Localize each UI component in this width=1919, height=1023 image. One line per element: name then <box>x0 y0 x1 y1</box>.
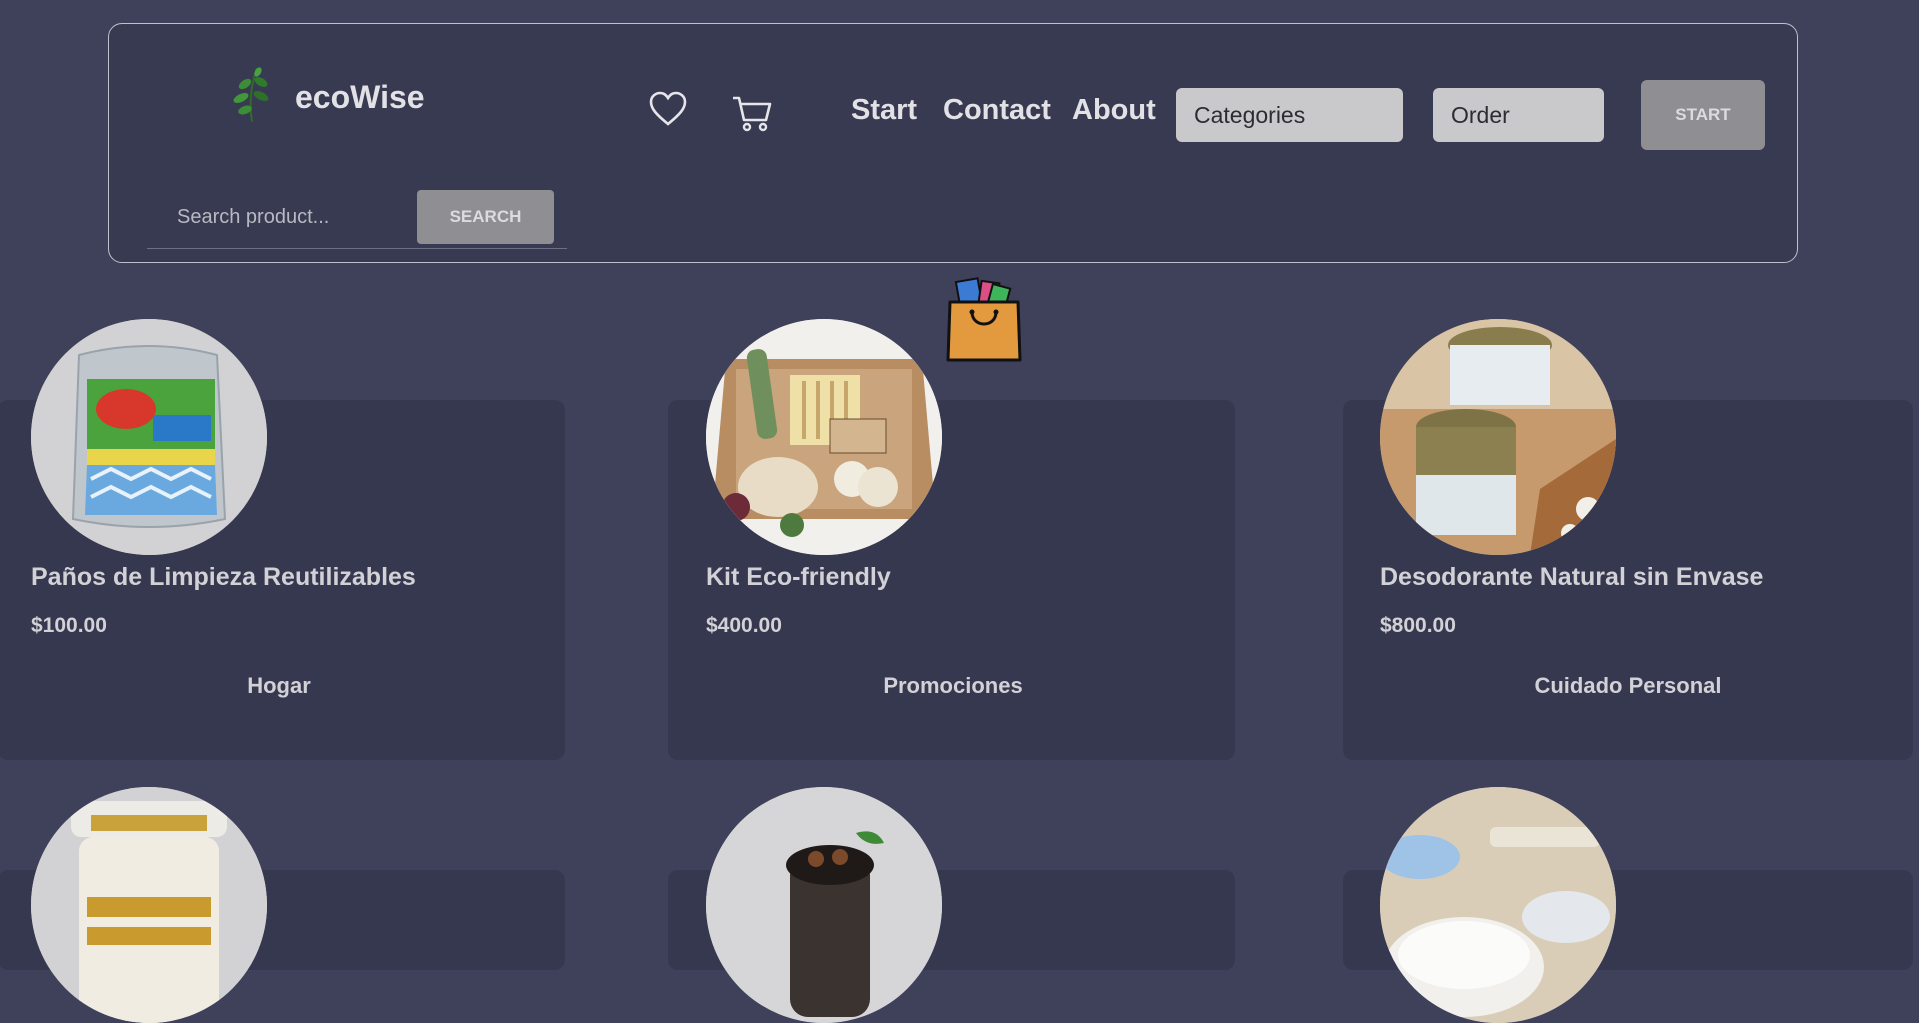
leaf-logo-icon <box>233 67 269 123</box>
shopping-bag-icon[interactable] <box>946 272 1024 364</box>
nav-start[interactable]: Start <box>851 94 917 127</box>
product-image-jar[interactable] <box>706 787 942 1023</box>
categories-select[interactable]: Categories <box>1176 88 1403 142</box>
product-image-coconut-oil[interactable] <box>31 787 267 1023</box>
heart-icon[interactable] <box>649 91 687 127</box>
product-image-wipes[interactable] <box>31 319 267 555</box>
brand-name[interactable]: ecoWise <box>295 79 425 116</box>
product-category: Promociones <box>883 673 1023 698</box>
nav-about[interactable]: About <box>1072 94 1156 127</box>
product-image-kit[interactable] <box>706 319 942 555</box>
product-image-deodorant[interactable] <box>1380 319 1616 555</box>
header: ecoWise Start Contact About Categories O… <box>108 23 1798 263</box>
nav-contact[interactable]: Contact <box>943 94 1051 127</box>
product-name[interactable]: Desodorante Natural sin Envase <box>1380 563 1763 592</box>
product-category: Cuidado Personal <box>1534 673 1722 698</box>
start-button[interactable]: START <box>1641 80 1765 150</box>
cart-icon[interactable] <box>731 94 773 132</box>
product-name[interactable]: Kit Eco-friendly <box>706 563 891 592</box>
product-price: $800.00 <box>1380 614 1456 637</box>
product-price: $100.00 <box>31 614 107 637</box>
product-price: $400.00 <box>706 614 782 637</box>
search-button[interactable]: SEARCH <box>417 190 554 244</box>
product-category: Hogar <box>247 673 311 698</box>
order-select[interactable]: Order <box>1433 88 1604 142</box>
search-bar: SEARCH <box>147 188 567 249</box>
product-name[interactable]: Paños de Limpieza Reutilizables <box>31 563 416 592</box>
product-image-powder[interactable] <box>1380 787 1616 1023</box>
search-input[interactable] <box>147 188 407 246</box>
